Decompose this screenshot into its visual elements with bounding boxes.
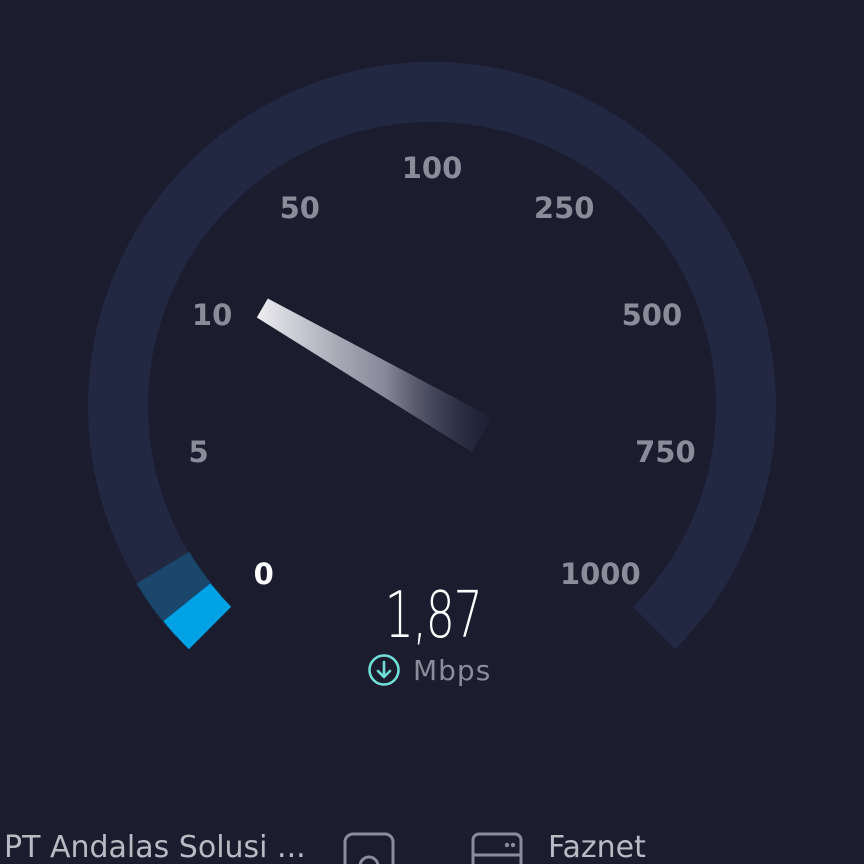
speedtest-screen: 0 5 10 50 100 250 500 750 1000 1,87 Mbps PT Anda… xyxy=(0,0,864,864)
gauge-scale-label: 1000 xyxy=(559,557,641,592)
speed-readout: 1,87 xyxy=(366,579,501,653)
server-icon xyxy=(471,832,523,864)
connection-info-bar: PT Andalas Solusi ... Faznet xyxy=(0,822,864,864)
speed-gauge xyxy=(88,62,776,650)
gauge-scale-label: 10 xyxy=(191,297,233,332)
speed-value: 1,87 xyxy=(384,579,483,653)
gauge-scale-label: 100 xyxy=(401,151,463,185)
user-icon xyxy=(343,832,395,864)
gauge-scale-label: 750 xyxy=(635,435,696,470)
gauge-progress xyxy=(163,583,232,650)
isp-name[interactable]: PT Andalas Solusi ... xyxy=(4,830,306,864)
download-arrow-icon xyxy=(368,654,400,686)
gauge-scale-label: 0 xyxy=(253,557,274,592)
speed-unit-row: Mbps xyxy=(367,652,491,688)
speed-unit-label: Mbps xyxy=(413,653,492,687)
gauge-scale-label: 250 xyxy=(533,191,595,226)
gauge-scale-label: 5 xyxy=(188,435,209,470)
server-name[interactable]: Faznet xyxy=(548,830,646,864)
gauge-scale-label: 50 xyxy=(279,191,320,226)
gauge-needle xyxy=(256,298,493,453)
gauge-scale-label: 500 xyxy=(621,297,683,332)
